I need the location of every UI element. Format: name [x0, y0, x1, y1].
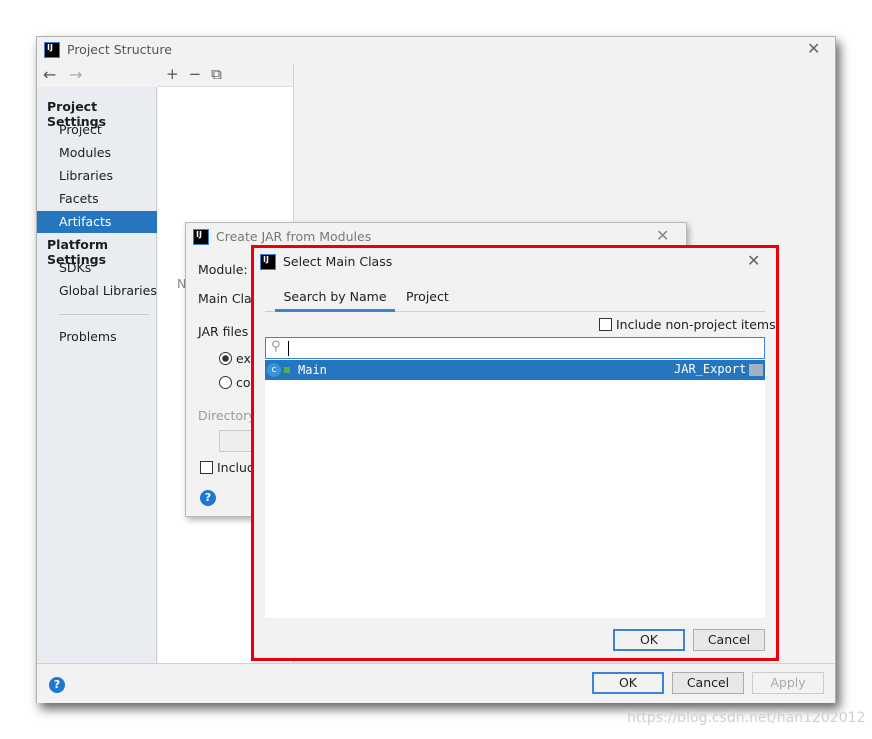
copy-radio[interactable]: [219, 376, 232, 389]
window-title: Project Structure: [67, 42, 172, 57]
results-list: c Main JAR_Export: [265, 360, 765, 618]
module-label: Module:: [198, 262, 248, 277]
tab-label: Search by Name: [283, 289, 387, 304]
select-main-class-dialog: IJ Select Main Class ✕ Search by Name Pr…: [254, 248, 776, 658]
help-icon[interactable]: ?: [200, 490, 216, 506]
dialog-title: Select Main Class: [283, 254, 393, 269]
back-arrow-icon[interactable]: ←: [43, 65, 56, 84]
cancel-button[interactable]: Cancel: [672, 672, 744, 694]
search-input[interactable]: ⚲: [265, 337, 765, 359]
intellij-logo-icon: IJ: [193, 229, 209, 245]
sidebar: Project Settings Project Modules Librari…: [37, 87, 157, 663]
sidebar-item-global-libraries[interactable]: Global Libraries: [37, 280, 157, 302]
module-folder-icon: [749, 364, 763, 376]
intellij-logo-icon: IJ: [44, 42, 60, 58]
remove-icon[interactable]: −: [189, 65, 212, 83]
sidebar-item-problems[interactable]: Problems: [37, 326, 157, 348]
list-item[interactable]: c Main JAR_Export: [265, 360, 765, 380]
add-icon[interactable]: +: [166, 65, 189, 83]
include-checkbox[interactable]: [200, 461, 213, 474]
ok-button[interactable]: OK: [613, 629, 685, 651]
divider: [59, 314, 149, 315]
extract-radio[interactable]: [219, 352, 232, 365]
lock-open-icon: [284, 367, 290, 373]
search-icon: ⚲: [271, 339, 281, 354]
sidebar-item-facets[interactable]: Facets: [37, 188, 157, 210]
dialog-title: Create JAR from Modules: [216, 229, 372, 244]
copy-icon[interactable]: ⧉: [211, 65, 232, 83]
class-name: Main: [298, 363, 327, 377]
copy-radio-label: co: [236, 375, 251, 390]
forward-arrow-icon[interactable]: →: [69, 65, 82, 84]
main-class-label: Main Clas: [198, 291, 259, 306]
include-non-project-label: Include non-project items: [616, 317, 776, 332]
include-label: Includ: [217, 460, 255, 475]
close-icon[interactable]: ✕: [807, 39, 820, 58]
tab-search-by-name[interactable]: Search by Name: [275, 289, 395, 312]
intellij-logo-icon: IJ: [260, 254, 276, 270]
ok-button[interactable]: OK: [592, 672, 664, 694]
jar-files-label: JAR files: [198, 324, 249, 339]
help-icon[interactable]: ?: [49, 677, 65, 693]
directory-label: Directory: [198, 408, 256, 423]
watermark: https://blog.csdn.net/han1202012: [627, 710, 866, 726]
class-icon: c: [267, 363, 281, 377]
include-non-project-checkbox[interactable]: [599, 318, 612, 331]
sidebar-item-modules[interactable]: Modules: [37, 142, 157, 164]
sidebar-item-project[interactable]: Project: [37, 119, 157, 141]
sidebar-item-sdks[interactable]: SDKs: [37, 257, 157, 279]
close-icon[interactable]: ✕: [747, 251, 760, 270]
close-icon[interactable]: ✕: [656, 226, 669, 245]
module-name: JAR_Export: [674, 362, 747, 376]
artifacts-toolbar: +−⧉: [158, 63, 293, 87]
cancel-button[interactable]: Cancel: [693, 629, 765, 651]
sidebar-item-libraries[interactable]: Libraries: [37, 165, 157, 187]
apply-button[interactable]: Apply: [752, 672, 824, 694]
sidebar-item-artifacts[interactable]: Artifacts: [37, 211, 157, 233]
text-cursor: [288, 341, 289, 356]
tab-project[interactable]: Project: [406, 289, 449, 304]
